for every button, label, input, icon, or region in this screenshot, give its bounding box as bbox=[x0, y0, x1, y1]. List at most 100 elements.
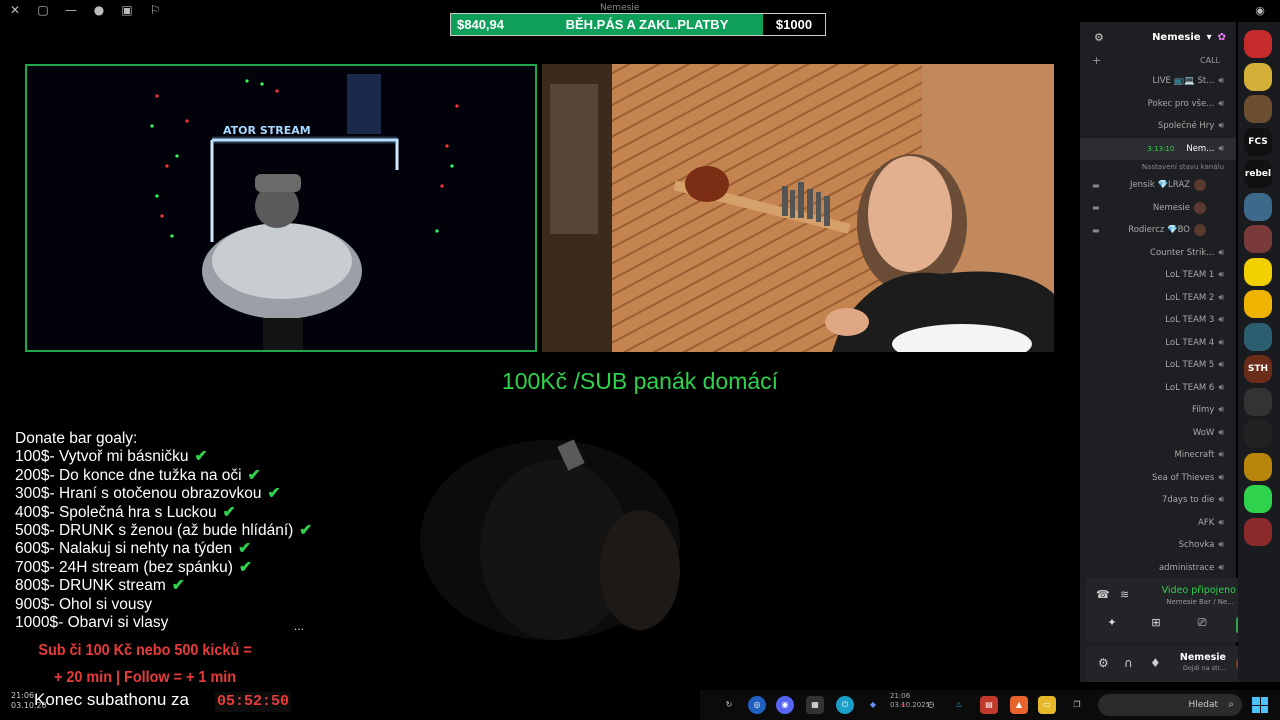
channel-category[interactable]: + CALL bbox=[1080, 52, 1236, 70]
windows-start-icon[interactable] bbox=[1252, 697, 1268, 713]
obs-icon[interactable]: ▦ bbox=[806, 696, 824, 714]
subathon-label: Konec subathonu za bbox=[34, 690, 190, 709]
voice-channel[interactable]: WoW 🔊︎ bbox=[1080, 422, 1236, 445]
voice-channel[interactable]: Společné Hry 🔊︎ bbox=[1080, 115, 1236, 138]
voice-channel[interactable]: Sea of Thieves 🔊︎ bbox=[1080, 467, 1236, 490]
minimize-icon[interactable]: — bbox=[64, 3, 78, 17]
channel-name: Pokec pro vše... bbox=[1147, 98, 1215, 109]
voice-channel[interactable]: LoL TEAM 4 🔊︎ bbox=[1080, 332, 1236, 355]
activity-icon[interactable]: ✦ bbox=[1100, 616, 1124, 634]
voice-channel[interactable]: 7days to die 🔊︎ bbox=[1080, 489, 1236, 512]
window-icon[interactable]: ▣ bbox=[120, 3, 134, 17]
sub-info-line2: + 20 min | Follow = + 1 min bbox=[53, 669, 237, 686]
task-view-icon[interactable]: ❐ bbox=[1068, 696, 1086, 714]
speaker-icon: 🔊︎ bbox=[1218, 540, 1224, 551]
screen-share-icon[interactable]: ⎚ bbox=[1190, 616, 1214, 634]
noise-suppression-icon[interactable]: ≋ bbox=[1120, 588, 1129, 601]
server-icon[interactable] bbox=[1244, 225, 1272, 253]
voice-channel[interactable]: administrace 🔊︎ bbox=[1080, 557, 1236, 580]
speaker-icon: 🔊︎ bbox=[1218, 382, 1224, 393]
goal-list: 100$- Vytvoř mi básničku ✔ 200$- Do konce … bbox=[15, 448, 345, 632]
server-icon[interactable] bbox=[1244, 290, 1272, 318]
folder-icon[interactable]: ▭ bbox=[1038, 696, 1056, 714]
power-icon[interactable]: ⏻ bbox=[836, 696, 854, 714]
channel-name: AFK bbox=[1198, 517, 1215, 528]
discord-taskbar-icon[interactable]: ◉ bbox=[776, 696, 794, 714]
goal-item: 400$- Společná hra s Luckou ✔ bbox=[15, 504, 345, 522]
server-icon[interactable] bbox=[1244, 485, 1272, 513]
speaker-icon: 🔊︎ bbox=[1218, 98, 1224, 109]
voice-channel[interactable]: LoL TEAM 2 🔊︎ bbox=[1080, 287, 1236, 310]
channel-name: 7days to die bbox=[1161, 495, 1215, 506]
chrome-icon[interactable]: ◎ bbox=[748, 696, 766, 714]
checkmark-icon: ✔ bbox=[238, 540, 252, 558]
server-icon[interactable] bbox=[1244, 62, 1272, 91]
microphone-icon[interactable]: ♦ bbox=[1150, 656, 1161, 670]
voice-user[interactable]: ▬ Nemesie bbox=[1080, 197, 1236, 220]
checkmark-icon: ✔ bbox=[238, 558, 252, 576]
close-icon[interactable]: ✕ bbox=[8, 3, 22, 17]
voice-channel[interactable]: Pokec pro vše... 🔊︎ bbox=[1080, 93, 1236, 116]
server-icon[interactable] bbox=[1244, 420, 1272, 448]
voice-channel[interactable]: AFK 🔊︎ bbox=[1080, 512, 1236, 535]
server-icon[interactable] bbox=[1244, 30, 1272, 58]
voice-channel[interactable]: Minecraft 🔊︎ bbox=[1080, 444, 1236, 467]
server-rail: FCS rebel STH bbox=[1238, 22, 1280, 682]
apps-icon[interactable]: ⊞ bbox=[1144, 616, 1168, 634]
add-channel-icon[interactable]: + bbox=[1092, 52, 1101, 70]
server-icon[interactable] bbox=[1244, 517, 1272, 546]
voice-channel[interactable]: LoL TEAM 3 🔊︎ bbox=[1080, 309, 1236, 332]
diamond-icon[interactable]: ◆ bbox=[864, 696, 882, 714]
disconnect-icon[interactable]: ☎ bbox=[1096, 588, 1110, 601]
voice-user[interactable]: ▬ Rodiercz 💎BO bbox=[1080, 219, 1236, 242]
server-icon[interactable]: STH bbox=[1244, 355, 1272, 383]
speaker-icon: 🔊︎ bbox=[1218, 472, 1224, 483]
voice-channel[interactable]: Counter Strik... 🔊︎ bbox=[1080, 242, 1236, 265]
brave-icon[interactable]: ▲ bbox=[1010, 696, 1028, 714]
github-icon[interactable]: ● bbox=[92, 3, 106, 17]
channel-name: LoL TEAM 3 bbox=[1165, 315, 1215, 326]
goal-item: 700$- 24H stream (bez spánku) ✔ bbox=[15, 559, 345, 577]
channel-name: Jensik 💎LRAZ bbox=[1129, 180, 1190, 191]
maximize-icon[interactable]: ▢ bbox=[36, 3, 50, 17]
more-button[interactable]: ... bbox=[288, 620, 310, 636]
channel-name: Společné Hry bbox=[1157, 121, 1215, 132]
voice-channel[interactable]: Schovka 🔊︎ bbox=[1080, 534, 1236, 557]
server-icon[interactable] bbox=[1244, 192, 1272, 221]
voice-channel[interactable]: LoL TEAM 1 🔊︎ bbox=[1080, 264, 1236, 287]
voice-channel[interactable]: LoL TEAM 6 🔊︎ bbox=[1080, 377, 1236, 400]
steam-icon[interactable]: ♨ bbox=[950, 696, 968, 714]
server-icon[interactable]: FCS bbox=[1244, 127, 1272, 156]
server-header[interactable]: ⚙ Nemesie ▾ ✿ bbox=[1080, 22, 1236, 52]
channel-name: LoL TEAM 4 bbox=[1165, 337, 1215, 348]
voice-channel[interactable]: LoL TEAM 5 🔊︎ bbox=[1080, 354, 1236, 377]
camera-scene: ATOR STREAM bbox=[27, 66, 535, 350]
search-icon: ⌕ bbox=[1228, 699, 1234, 710]
goal-text: 1000$- Obarvi si vlasy bbox=[15, 614, 169, 632]
server-icon[interactable] bbox=[1244, 95, 1272, 123]
pin-icon[interactable]: ⚐ bbox=[148, 3, 162, 17]
speaker-icon: 🔊︎ bbox=[1218, 360, 1224, 371]
channel-status[interactable]: Nastavení stavu kanálu bbox=[1080, 160, 1236, 174]
goal-item: 900$- Ohol si vousy bbox=[15, 596, 345, 614]
goals-title: Donate bar goaly: bbox=[15, 430, 138, 447]
refresh-icon[interactable]: ↻ bbox=[720, 696, 738, 714]
voice-user[interactable]: ▬ Jensik 💎LRAZ bbox=[1080, 174, 1236, 197]
voice-channel[interactable]: LIVE 📺💻 St... 🔊︎ bbox=[1080, 70, 1236, 93]
voice-channel[interactable]: 3:13:10 Nem... 🔊︎ bbox=[1080, 137, 1236, 160]
server-icon[interactable]: rebel bbox=[1244, 160, 1272, 188]
clock-app-icon[interactable]: ◷ bbox=[922, 696, 940, 714]
discord-logo-icon[interactable]: ◉ bbox=[1240, 0, 1280, 22]
server-icon[interactable] bbox=[1244, 322, 1272, 351]
settings-icon[interactable]: ⚙ bbox=[1098, 656, 1109, 670]
location-icon[interactable]: ⌖ bbox=[894, 696, 912, 714]
invite-icon[interactable]: ⚙ bbox=[1094, 31, 1104, 44]
server-icon[interactable] bbox=[1244, 257, 1272, 286]
server-icon[interactable] bbox=[1244, 452, 1272, 481]
search-input[interactable]: Hledat ⌕ bbox=[1098, 694, 1242, 716]
calendar-icon[interactable]: ▤ bbox=[980, 696, 998, 714]
server-icon[interactable] bbox=[1244, 387, 1272, 416]
headphones-icon[interactable]: ∩ bbox=[1124, 656, 1133, 670]
speaker-icon: 🔊︎ bbox=[1218, 405, 1224, 416]
voice-channel[interactable]: Filmy 🔊︎ bbox=[1080, 399, 1236, 422]
